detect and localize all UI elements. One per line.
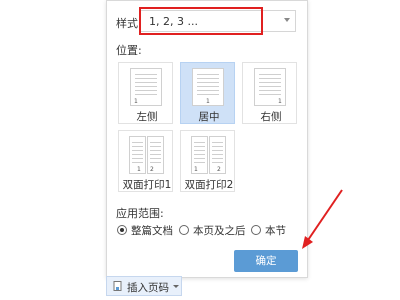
annotation-arrow-icon bbox=[302, 189, 343, 249]
